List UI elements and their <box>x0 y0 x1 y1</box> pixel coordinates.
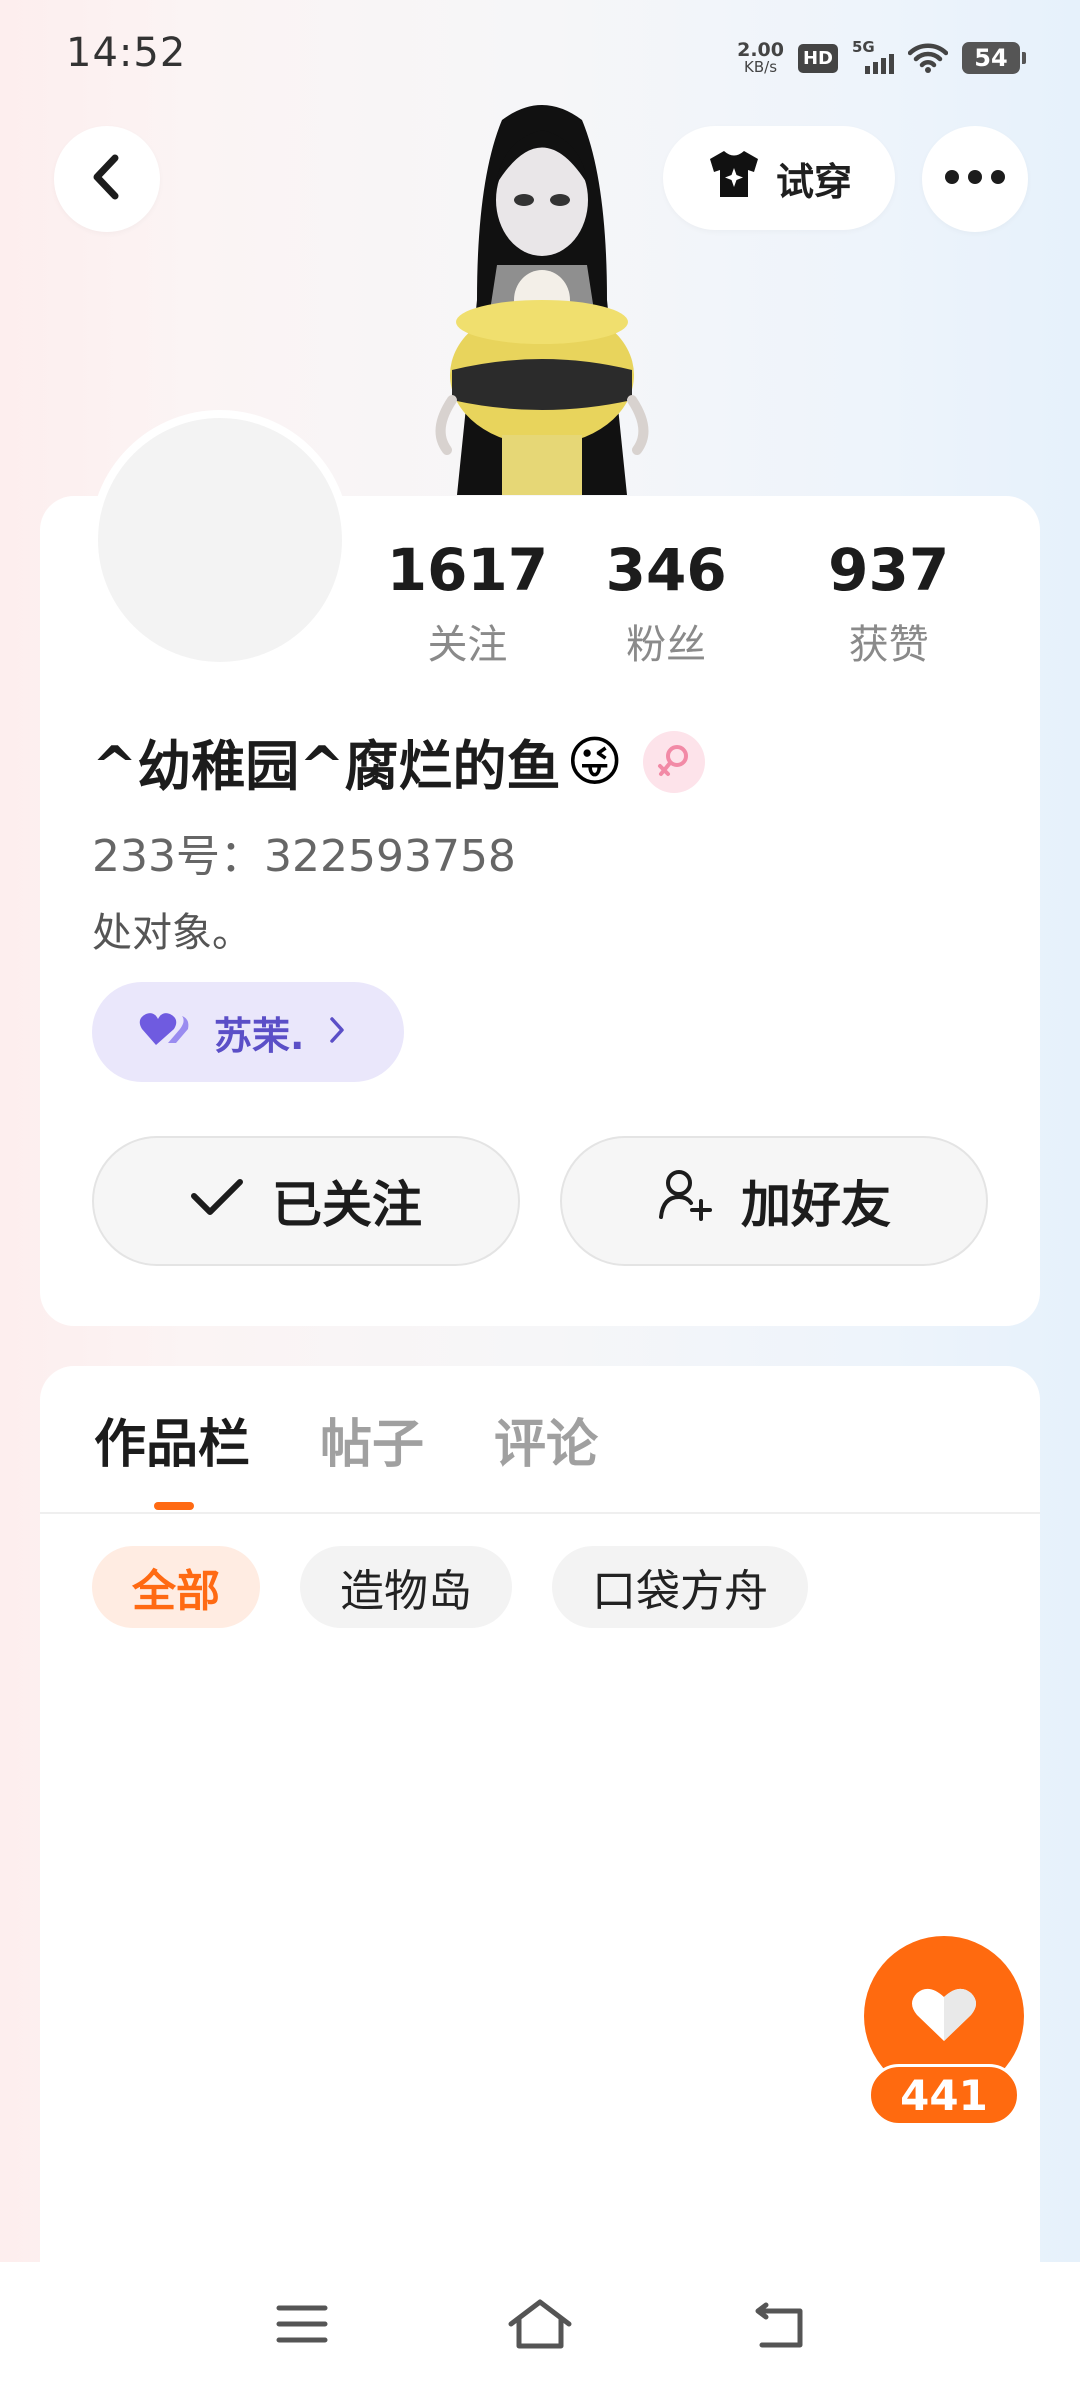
home-icon[interactable] <box>500 2294 580 2354</box>
active-tab-indicator <box>154 1502 194 1510</box>
likes-label: 获赞 <box>848 622 929 668</box>
check-icon <box>190 1172 244 1230</box>
profile-stats: 1617 关注 346 粉丝 937 获赞 <box>380 534 1000 670</box>
net-speed: 2.00 KB/s <box>737 41 784 75</box>
wifi-icon <box>908 42 948 74</box>
profile-screen: 14:52 2.00 KB/s HD 5G 54 试穿 1617 关注 346 … <box>0 0 1080 2388</box>
hd-icon: HD <box>797 43 838 73</box>
chevron-right-icon <box>328 1010 346 1054</box>
likes-count: 937 <box>828 536 950 604</box>
status-icons: 2.00 KB/s HD 5G 54 <box>737 36 1026 80</box>
followers-label: 粉丝 <box>626 622 707 668</box>
heart-icon <box>911 1985 977 2047</box>
followed-label: 已关注 <box>272 1176 422 1234</box>
cp-tag-name: 苏茉. <box>214 1013 305 1058</box>
tab-posts[interactable]: 帖子 <box>320 1402 424 1477</box>
cp-tag[interactable]: 苏茉. <box>92 982 404 1082</box>
more-button[interactable] <box>922 126 1028 232</box>
status-time: 14:52 <box>66 30 187 76</box>
battery-icon: 54 <box>962 42 1026 74</box>
status-bar: 14:52 2.00 KB/s HD 5G 54 <box>0 0 1080 110</box>
try-on-button[interactable]: 试穿 <box>663 126 895 230</box>
content-tabs: 作品栏 帖子 评论 <box>94 1366 598 1512</box>
stat-likes[interactable]: 937 获赞 <box>777 534 1000 670</box>
tab-works[interactable]: 作品栏 <box>94 1402 250 1477</box>
shirt-icon <box>706 148 762 209</box>
filter-pocket-ark[interactable]: 口袋方舟 <box>552 1546 808 1628</box>
menu-icon[interactable] <box>262 2294 342 2354</box>
tab-comments[interactable]: 评论 <box>494 1402 598 1477</box>
back-button[interactable] <box>54 126 160 232</box>
tab-divider <box>40 1512 1040 1514</box>
heart-pair-icon <box>138 1009 190 1056</box>
filter-all[interactable]: 全部 <box>92 1546 260 1628</box>
signal-icon: 5G <box>852 38 894 76</box>
bio: 处对象。 <box>92 910 252 956</box>
avatar[interactable] <box>90 410 350 670</box>
add-user-icon <box>657 1167 713 1235</box>
add-friend-label: 加好友 <box>741 1176 891 1234</box>
stat-following[interactable]: 1617 关注 <box>380 534 555 670</box>
nickname: ^幼稚园^腐烂的鱼 <box>92 735 561 798</box>
avatar-character-image <box>392 100 692 500</box>
like-count: 441 <box>868 2064 1020 2126</box>
following-label: 关注 <box>427 622 508 668</box>
followed-button[interactable]: 已关注 <box>92 1136 520 1266</box>
back-nav-icon[interactable] <box>740 2294 820 2354</box>
content-card: 作品栏 帖子 评论 全部 造物岛 口袋方舟 <box>40 1366 1040 2266</box>
system-nav-bar <box>0 2262 1080 2388</box>
nickname-row: ^幼稚园^腐烂的鱼 😜 <box>92 722 705 801</box>
more-icon <box>944 169 1006 189</box>
filter-chips: 全部 造物岛 口袋方舟 <box>92 1546 808 1628</box>
chevron-left-icon <box>87 152 127 206</box>
nickname-emoji: 😜 <box>566 730 623 793</box>
following-count: 1617 <box>386 536 549 604</box>
user-id[interactable]: 233号：322593758 <box>92 820 516 884</box>
followers-count: 346 <box>605 536 727 604</box>
try-on-label: 试穿 <box>775 159 852 204</box>
filter-creation-island[interactable]: 造物岛 <box>300 1546 512 1628</box>
stat-followers[interactable]: 346 粉丝 <box>555 534 778 670</box>
add-friend-button[interactable]: 加好友 <box>560 1136 988 1266</box>
net-speed-unit: KB/s <box>744 58 778 76</box>
female-icon <box>642 730 705 793</box>
